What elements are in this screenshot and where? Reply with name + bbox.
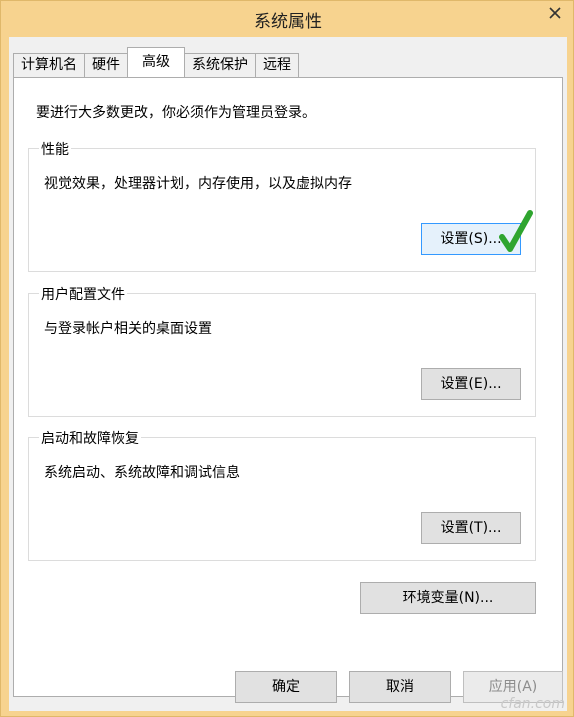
performance-group: 性能 视觉效果，处理器计划，内存使用，以及虚拟内存 设置(S)...	[28, 139, 536, 272]
user-profiles-group-title: 用户配置文件	[39, 284, 127, 304]
environment-variables-button[interactable]: 环境变量(N)...	[360, 582, 536, 614]
close-button[interactable]	[541, 1, 569, 25]
startup-recovery-settings-button[interactable]: 设置(T)...	[421, 512, 521, 544]
startup-recovery-group: 启动和故障恢复 系统启动、系统故障和调试信息 设置(T)...	[28, 428, 536, 561]
tab-hardware[interactable]: 硬件	[84, 53, 128, 77]
cancel-button[interactable]: 取消	[349, 671, 451, 703]
performance-description: 视觉效果，处理器计划，内存使用，以及虚拟内存	[44, 176, 352, 192]
startup-recovery-description: 系统启动、系统故障和调试信息	[44, 465, 240, 481]
tab-computer-name[interactable]: 计算机名	[13, 53, 85, 77]
close-icon	[549, 7, 561, 19]
window-title: 系统属性	[254, 12, 322, 32]
tab-strip: 计算机名 硬件 高级 系统保护 远程	[13, 47, 299, 77]
checkmark-icon	[499, 210, 533, 252]
user-profiles-description: 与登录帐户相关的桌面设置	[44, 321, 212, 337]
title-bar[interactable]: 系统属性	[1, 1, 574, 37]
watermark-text: cfan.com	[500, 696, 565, 712]
admin-notice: 要进行大多数更改，你必须作为管理员登录。	[36, 105, 316, 121]
tab-system-protection[interactable]: 系统保护	[184, 53, 256, 77]
system-properties-window: 系统属性 计算机名 硬件 高级 系统保护 远程 要进行大多数更改，你必须作为管理…	[0, 0, 574, 717]
tab-remote[interactable]: 远程	[255, 53, 299, 77]
ok-button[interactable]: 确定	[235, 671, 337, 703]
dialog-client-area: 计算机名 硬件 高级 系统保护 远程 要进行大多数更改，你必须作为管理员登录。 …	[9, 37, 567, 711]
tab-advanced[interactable]: 高级	[127, 47, 185, 77]
user-profiles-settings-button[interactable]: 设置(E)...	[421, 368, 521, 400]
user-profiles-group: 用户配置文件 与登录帐户相关的桌面设置 设置(E)...	[28, 284, 536, 417]
performance-group-title: 性能	[39, 139, 71, 159]
startup-recovery-group-title: 启动和故障恢复	[39, 428, 141, 448]
advanced-tab-panel: 要进行大多数更改，你必须作为管理员登录。 性能 视觉效果，处理器计划，内存使用，…	[13, 77, 563, 697]
